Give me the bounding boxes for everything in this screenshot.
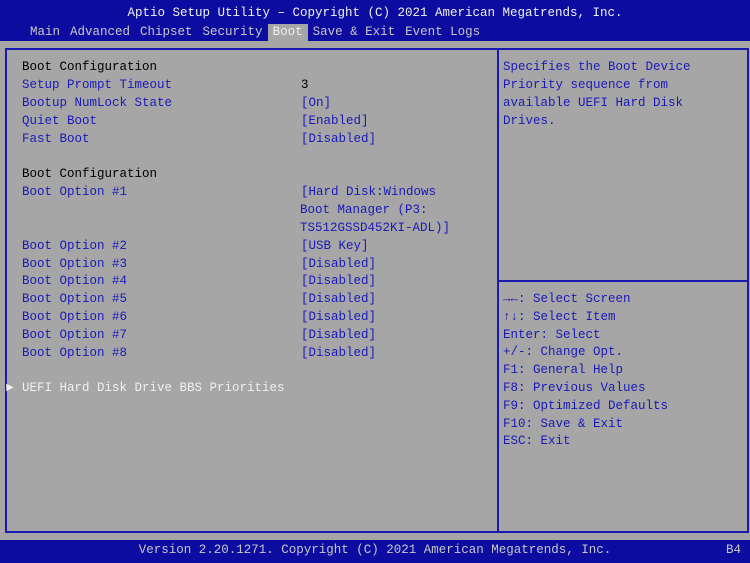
section-heading: Boot Configuration	[22, 167, 158, 181]
setting-value[interactable]: [Disabled]	[301, 309, 376, 325]
key-hint: F1: General Help	[503, 363, 624, 378]
setting-label[interactable]: Boot Option #2	[22, 238, 127, 254]
submenu-bbs-priorities[interactable]: UEFI Hard Disk Drive BBS Priorities	[22, 380, 285, 396]
key-hint: ESC: Exit	[503, 434, 571, 449]
key-hint: →←: Select Screen	[503, 292, 631, 306]
key-hint: F8: Previous Values	[503, 381, 646, 395]
tab-advanced[interactable]: Advanced	[65, 24, 135, 41]
help-text-line: Specifies the Boot Device	[503, 60, 691, 74]
key-hint: +/-: Change Opt.	[503, 345, 624, 360]
key-hint: ↑↓: Select Item	[503, 309, 616, 324]
key-hint: Enter: Select	[503, 327, 601, 342]
setting-label[interactable]: Boot Option #7	[22, 327, 127, 343]
footer-version: Version 2.20.1271. Copyright (C) 2021 Am…	[138, 543, 612, 557]
setting-label[interactable]: Boot Option #8	[22, 345, 127, 361]
key-hint: F10: Save & Exit	[503, 416, 624, 431]
setting-label[interactable]: Boot Option #5	[22, 291, 127, 307]
setting-label[interactable]: Boot Option #4	[22, 273, 127, 289]
setting-label[interactable]: Boot Option #6	[22, 309, 127, 325]
setting-label[interactable]: Boot Option #3	[22, 256, 127, 272]
submenu-arrow-icon: ►	[6, 381, 14, 395]
setting-value[interactable]: [On]	[301, 95, 331, 111]
title-bar: Aptio Setup Utility – Copyright (C) 2021…	[0, 0, 750, 41]
setting-value[interactable]: [USB Key]	[301, 238, 369, 254]
help-text-line: available UEFI Hard Disk	[503, 96, 684, 110]
setting-value[interactable]: [Disabled]	[301, 327, 376, 343]
setting-value[interactable]: [Enabled]	[301, 113, 369, 129]
setting-label[interactable]: Quiet Boot	[22, 113, 97, 129]
app-title: Aptio Setup Utility – Copyright (C) 2021…	[127, 6, 623, 20]
setting-value[interactable]: [Disabled]	[301, 256, 376, 272]
section-heading: Boot Configuration	[22, 60, 158, 74]
help-text-line: Drives.	[503, 114, 556, 128]
tab-event-logs[interactable]: Event Logs	[400, 24, 485, 41]
setting-label[interactable]: Fast Boot	[22, 131, 90, 147]
setting-label[interactable]: Bootup NumLock State	[22, 95, 172, 111]
setting-value[interactable]: 3	[301, 77, 309, 93]
setting-label[interactable]: Boot Option #1	[22, 184, 127, 200]
setting-label[interactable]: Setup Prompt Timeout	[22, 77, 172, 93]
tab-bar: Main Advanced Chipset Security Boot Save…	[25, 24, 485, 41]
tab-chipset[interactable]: Chipset	[135, 24, 198, 41]
help-divider	[499, 280, 747, 282]
tab-boot[interactable]: Boot	[267, 24, 308, 41]
setting-value[interactable]: [Disabled]	[301, 273, 376, 289]
setting-value[interactable]: [Disabled]	[301, 131, 376, 147]
setting-value[interactable]: Boot Manager (P3:	[300, 202, 428, 218]
key-hint: F9: Optimized Defaults	[503, 398, 669, 413]
help-text-line: Priority sequence from	[503, 78, 669, 92]
tab-save-exit[interactable]: Save & Exit	[308, 24, 401, 41]
footer: Version 2.20.1271. Copyright (C) 2021 Am…	[0, 540, 750, 563]
setting-value[interactable]: [Disabled]	[301, 291, 376, 307]
setting-value[interactable]: [Hard Disk:Windows	[301, 184, 436, 200]
setting-value[interactable]: [Disabled]	[301, 345, 376, 361]
footer-code: B4	[726, 543, 742, 557]
tab-main[interactable]: Main	[25, 24, 65, 41]
tab-security[interactable]: Security	[198, 24, 268, 41]
setting-value[interactable]: TS512GSSD452KI-ADL)]	[300, 220, 450, 236]
